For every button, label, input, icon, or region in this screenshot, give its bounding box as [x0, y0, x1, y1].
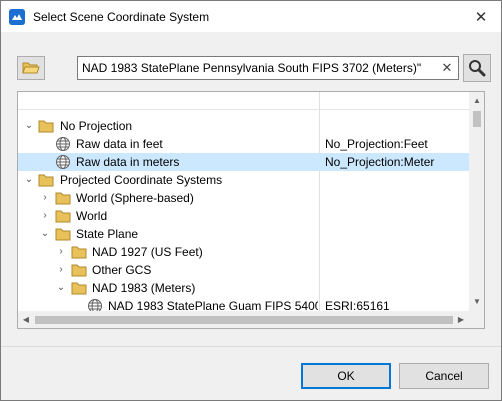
close-icon: ✕ [474, 9, 488, 26]
tree-row-value: No_Projection:Feet [325, 137, 428, 151]
scroll-right-icon[interactable]: ▶ [453, 315, 469, 324]
globe-icon [56, 137, 70, 151]
clear-icon[interactable]: ✕ [440, 60, 454, 76]
tree-row-label: World [76, 209, 108, 223]
vertical-scroll-thumb[interactable] [473, 111, 481, 127]
toolbar: ✕ [17, 54, 491, 82]
tree-row-state-plane[interactable]: ⌄ State Plane [18, 225, 469, 243]
tree-row-label: NAD 1927 (US Feet) [92, 245, 203, 259]
tree-row-label: Raw data in meters [76, 155, 180, 169]
dialog-window: Select Scene Coordinate System ✕ ✕ [0, 0, 502, 401]
tree-row-label: State Plane [76, 227, 139, 241]
tree-row-no-projection[interactable]: ⌄ No Projection [18, 117, 469, 135]
folder-icon [55, 192, 71, 205]
globe-icon [56, 155, 70, 169]
app-icon [9, 9, 25, 25]
horizontal-scrollbar[interactable]: ◀ ▶ [18, 311, 469, 328]
folder-icon [71, 282, 87, 295]
scrollbar-corner [469, 311, 484, 328]
tree-row-raw-data-feet[interactable]: Raw data in feet No_Projection:Feet [18, 135, 469, 153]
tree-row-label: Raw data in feet [76, 137, 163, 151]
tree-row-nad-1927-us-feet[interactable]: › NAD 1927 (US Feet) [18, 243, 469, 261]
tree-row-raw-data-meters[interactable]: Raw data in meters No_Projection:Meter [18, 153, 469, 171]
folder-icon [55, 228, 71, 241]
chevron-right-icon[interactable]: › [40, 192, 50, 204]
vertical-scrollbar[interactable]: ▲ ▼ [469, 92, 484, 311]
tree-row-nad-1983-meters[interactable]: ⌄ NAD 1983 (Meters) [18, 279, 469, 297]
coordinate-system-tree[interactable]: ⌄ No Projection Raw data in feet No_Proj… [17, 91, 485, 329]
horizontal-scroll-thumb[interactable] [35, 316, 453, 324]
chevron-right-icon[interactable]: › [56, 264, 66, 276]
footer-divider [1, 346, 501, 347]
tree-rows: ⌄ No Projection Raw data in feet No_Proj… [18, 117, 469, 315]
scroll-down-icon[interactable]: ▼ [469, 297, 484, 306]
tree-row-projected-coordinate-systems[interactable]: ⌄ Projected Coordinate Systems [18, 171, 469, 189]
chevron-down-icon[interactable]: ⌄ [56, 282, 66, 294]
cancel-button[interactable]: Cancel [399, 363, 489, 389]
tree-row-world-sphere-based[interactable]: › World (Sphere-based) [18, 189, 469, 207]
tree-row-label: Projected Coordinate Systems [60, 173, 223, 187]
tree-header [18, 92, 469, 110]
tree-row-label: Other GCS [92, 263, 152, 277]
chevron-down-icon[interactable]: ⌄ [24, 174, 34, 186]
chevron-down-icon[interactable]: ⌄ [40, 228, 50, 240]
folder-icon [55, 210, 71, 223]
chevron-right-icon[interactable]: › [40, 210, 50, 222]
search-icon [469, 60, 486, 77]
close-button[interactable]: ✕ [467, 5, 495, 29]
chevron-right-icon[interactable]: › [56, 246, 66, 258]
tree-row-label: No Projection [60, 119, 133, 133]
search-button[interactable] [463, 54, 491, 82]
tree-row-other-gcs[interactable]: › Other GCS [18, 261, 469, 279]
scroll-left-icon[interactable]: ◀ [18, 315, 34, 324]
tree-row-world[interactable]: › World [18, 207, 469, 225]
open-folder-icon [22, 62, 40, 74]
coordinate-system-path-field[interactable]: ✕ [77, 56, 459, 80]
title-bar: Select Scene Coordinate System ✕ [1, 1, 501, 32]
open-folder-button[interactable] [17, 56, 45, 80]
path-input[interactable] [82, 59, 432, 77]
folder-icon [71, 246, 87, 259]
folder-icon [38, 174, 54, 187]
dialog-title: Select Scene Coordinate System [33, 10, 210, 24]
tree-row-label: NAD 1983 (Meters) [92, 281, 196, 295]
chevron-down-icon[interactable]: ⌄ [24, 120, 34, 132]
scroll-up-icon[interactable]: ▲ [469, 96, 484, 105]
tree-row-label: World (Sphere-based) [76, 191, 194, 205]
tree-row-value: No_Projection:Meter [325, 155, 435, 169]
ok-button[interactable]: OK [301, 363, 391, 389]
folder-icon [71, 264, 87, 277]
folder-icon [38, 120, 54, 133]
